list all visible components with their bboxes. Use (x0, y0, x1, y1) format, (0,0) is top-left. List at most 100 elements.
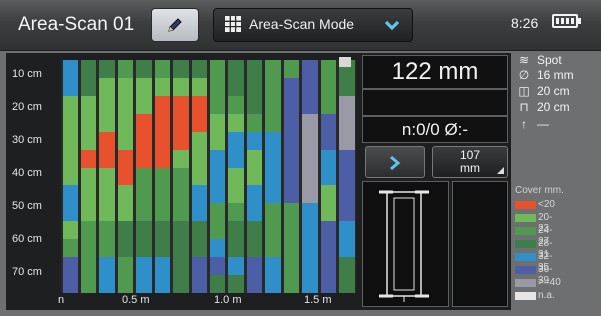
scan-cell (191, 275, 207, 294)
scan-cell (210, 257, 226, 276)
scan-cell (191, 203, 207, 222)
scan-cell (117, 113, 134, 133)
legend-label: <20 (538, 199, 555, 210)
scan-cell (210, 275, 226, 294)
scan-cell (246, 131, 263, 151)
scan-cell (339, 185, 355, 204)
cover-setting[interactable]: ↑ — (517, 117, 549, 131)
scan-cell (210, 167, 226, 186)
scan-cell (80, 257, 97, 276)
scan-cell (246, 275, 263, 294)
scan-cell (302, 95, 318, 115)
grid-y-value: 20 cm (537, 100, 570, 114)
y-axis-label: 60 cm (12, 233, 42, 245)
scan-cell (283, 203, 300, 222)
scan-cell (302, 113, 318, 133)
scan-cell (265, 131, 281, 151)
x-axis-label: 0.5 m (122, 294, 150, 306)
battery-icon (552, 14, 581, 28)
scan-cell (191, 77, 207, 97)
scan-cell (136, 185, 152, 204)
page-title: Area-Scan 01 (18, 14, 135, 35)
scan-cell (246, 149, 263, 169)
mode-dropdown[interactable]: Area-Scan Mode (213, 8, 413, 42)
scan-cell (62, 185, 78, 204)
area-scan-grid[interactable] (61, 60, 356, 294)
scan-cell (117, 60, 134, 79)
scan-cell (228, 149, 244, 169)
legend-swatch (515, 227, 536, 235)
scan-cell (80, 113, 97, 133)
scan-cell (62, 113, 78, 133)
grid-y-setting[interactable]: ⊓ 20 cm (517, 100, 570, 114)
scan-cell (320, 275, 337, 294)
scan-cell (136, 257, 152, 276)
scan-cell (62, 149, 78, 169)
next-button[interactable] (365, 146, 425, 178)
cover-value: — (537, 117, 549, 131)
scan-cell (265, 60, 281, 79)
scan-cell (117, 167, 134, 186)
scan-cell (99, 95, 115, 115)
spot-label: Spot (537, 53, 562, 67)
scan-cell (99, 203, 115, 222)
scan-cell (320, 185, 337, 204)
scan-cell (265, 113, 281, 133)
scan-cell (99, 275, 115, 294)
scan-cell (191, 239, 207, 258)
scan-cell (283, 95, 300, 115)
scan-cell (320, 257, 337, 276)
scan-cell (210, 185, 226, 204)
scan-cell (246, 257, 263, 276)
scan-cell (265, 149, 281, 169)
scan-cell (173, 257, 189, 276)
spot-setting[interactable]: ≋ Spot (517, 53, 562, 67)
x-axis-label: 1.5 m (304, 294, 332, 306)
rebar-section-diagram (379, 190, 429, 302)
diameter-icon: ∅ (518, 68, 530, 82)
scan-cell (173, 167, 189, 186)
scan-cell (283, 77, 300, 97)
scan-cell (210, 60, 226, 79)
legend-swatch (515, 279, 536, 287)
scan-cell (173, 185, 189, 204)
scan-cell (117, 203, 134, 222)
scan-cell (154, 257, 171, 276)
scan-cell (339, 203, 355, 222)
scan-cell (62, 221, 78, 240)
scan-cell (154, 221, 171, 240)
scan-cell (62, 275, 78, 294)
scan-cell (283, 221, 300, 240)
scan-cell (80, 77, 97, 97)
scan-cell (265, 275, 281, 294)
scan-cell (173, 239, 189, 258)
edit-button[interactable] (151, 8, 199, 42)
scan-cell (191, 149, 207, 169)
scan-cell (154, 131, 171, 151)
scan-cell (320, 221, 337, 240)
scan-cell (302, 77, 318, 97)
scan-cell (228, 275, 244, 294)
scan-cell (154, 275, 171, 294)
chevron-right-icon (390, 155, 401, 171)
scan-cell (191, 221, 207, 240)
scan-cell (117, 239, 134, 258)
scan-cell (210, 131, 226, 151)
scan-cell (302, 131, 318, 151)
scan-cell (302, 185, 318, 204)
grid-x-setting[interactable]: ◫ 20 cm (517, 84, 569, 98)
scan-cell (80, 60, 97, 79)
scan-cell (265, 203, 281, 222)
diameter-setting[interactable]: ∅ 16 mm (517, 68, 574, 82)
scan-cell (283, 113, 300, 133)
scan-cell (210, 77, 226, 97)
scan-cell (320, 60, 337, 79)
scan-cell (62, 239, 78, 258)
scan-cell (117, 95, 134, 115)
scan-cell (62, 60, 78, 79)
scan-cell (136, 221, 152, 240)
legend-swatch (515, 201, 536, 209)
scan-cell (320, 149, 337, 169)
value-selector[interactable]: 107 mm (432, 146, 508, 178)
scan-cell (80, 167, 97, 186)
